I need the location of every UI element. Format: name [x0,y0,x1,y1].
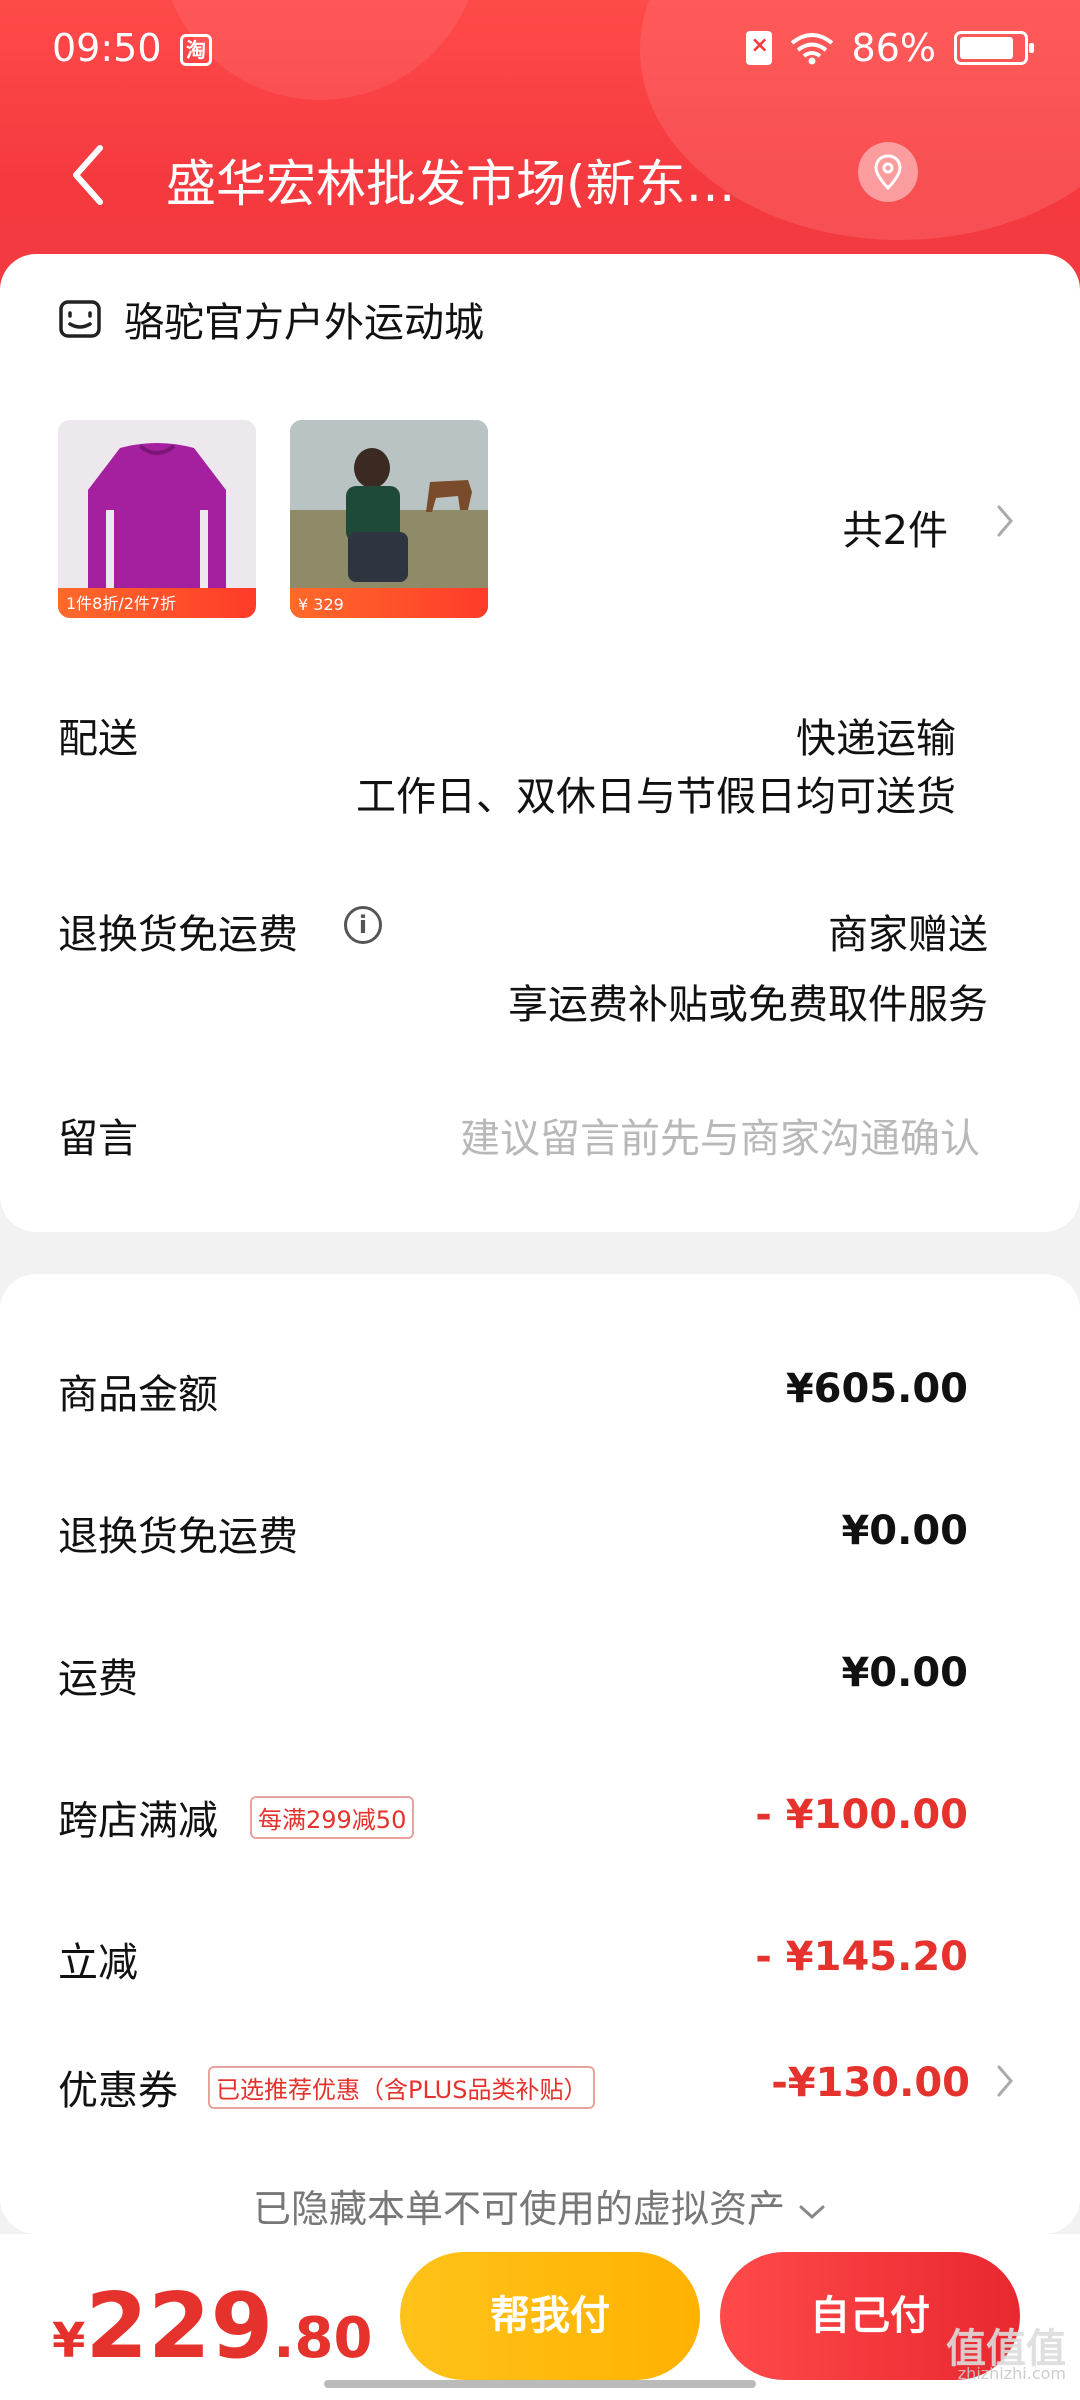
chevron-right-icon[interactable] [996,504,1014,538]
shipping-fee-label: 运费 [58,1656,138,1702]
bottom-pay-bar: ¥229.80 帮我付 自己付 [0,2234,1080,2400]
return-shipping-value: 商家赠送 [828,912,988,958]
chevron-right-icon[interactable] [996,2064,1014,2098]
order-card: 骆驼官方户外运动城 1件8折/2件7折 ¥ 329 共2件 配送 快递运输 工作… [0,254,1080,1232]
product-thumbnail[interactable]: 1件8折/2件7折 [58,420,256,618]
hidden-assets-toggle[interactable]: 已隐藏本单不可使用的虚拟资产 [0,2178,1080,2233]
nav-bar: 盛华宏林批发市场(新东… [0,120,1080,230]
taobao-notification-icon: 淘 [180,34,212,66]
watermark-url: zhizhizhi.com [957,2364,1066,2383]
return-shipping-note: 享运费补贴或免费取件服务 [508,982,988,1028]
page-title: 盛华宏林批发市场(新东… [166,155,736,213]
status-bar: 09:50 淘 86% [0,0,1080,100]
hidden-assets-text: 已隐藏本单不可使用的虚拟资产 [252,2187,785,2231]
total-decimal: .80 [273,2306,373,2371]
info-icon[interactable]: i [344,906,382,944]
coupon-tag[interactable]: 已选推荐优惠（含PLUS品类补贴） [208,2066,596,2109]
message-label: 留言 [58,1116,138,1162]
return-shipping-fee-value: ¥0.00 [841,1508,968,1554]
shop-icon [59,300,101,338]
coupon-value[interactable]: -¥130.00 [771,2060,970,2106]
battery-percent: 86% [851,26,936,70]
shop-name: 骆驼官方户外运动城 [124,300,484,346]
cross-store-discount-value: - ¥100.00 [755,1792,968,1838]
total-integer: 229 [85,2274,274,2379]
thumb-promo-text: 1件8折/2件7折 [66,594,177,613]
coupon-label[interactable]: 优惠券 [58,2058,178,2116]
delivery-method[interactable]: 快递运输 [796,706,956,764]
currency-symbol: ¥ [52,2313,86,2369]
cross-store-discount-label: 跨店满减 [58,1798,218,1844]
status-time: 09:50 [52,26,162,70]
price-breakdown-card: 商品金额 ¥605.00 退换货免运费 ¥0.00 运费 ¥0.00 跨店满减 … [0,1274,1080,2234]
cross-store-discount-tag: 每满299减50 [250,1796,415,1839]
return-shipping-fee-label: 退换货免运费 [58,1514,298,1560]
item-count[interactable]: 共2件 [843,498,948,556]
pay-total: ¥229.80 [52,2274,372,2379]
sim-card-icon [745,31,772,65]
goods-amount-value: ¥605.00 [785,1366,968,1412]
help-me-pay-button[interactable]: 帮我付 [400,2252,700,2380]
home-indicator[interactable] [324,2380,756,2388]
instant-discount-value: - ¥145.20 [755,1934,968,1980]
shop-row[interactable]: 骆驼官方户外运动城 [58,290,484,348]
instant-discount-label: 立减 [58,1940,138,1986]
location-pin-icon[interactable] [858,142,918,202]
goods-amount-label: 商品金额 [58,1372,218,1418]
battery-icon [954,31,1034,65]
delivery-label: 配送 [58,716,138,762]
message-input[interactable]: 建议留言前先与商家沟通确认 [460,1106,980,1164]
wifi-icon [790,33,833,65]
back-arrow-icon[interactable] [62,142,122,208]
return-shipping-label: 退换货免运费 [58,912,298,958]
chevron-down-icon [799,2205,825,2219]
shipping-fee-value: ¥0.00 [841,1650,968,1696]
battery-level [960,37,1014,59]
delivery-note: 工作日、双休日与节假日均可送货 [356,774,956,820]
product-thumbnail[interactable]: ¥ 329 [290,420,488,618]
thumb-price: ¥ 329 [298,595,344,614]
